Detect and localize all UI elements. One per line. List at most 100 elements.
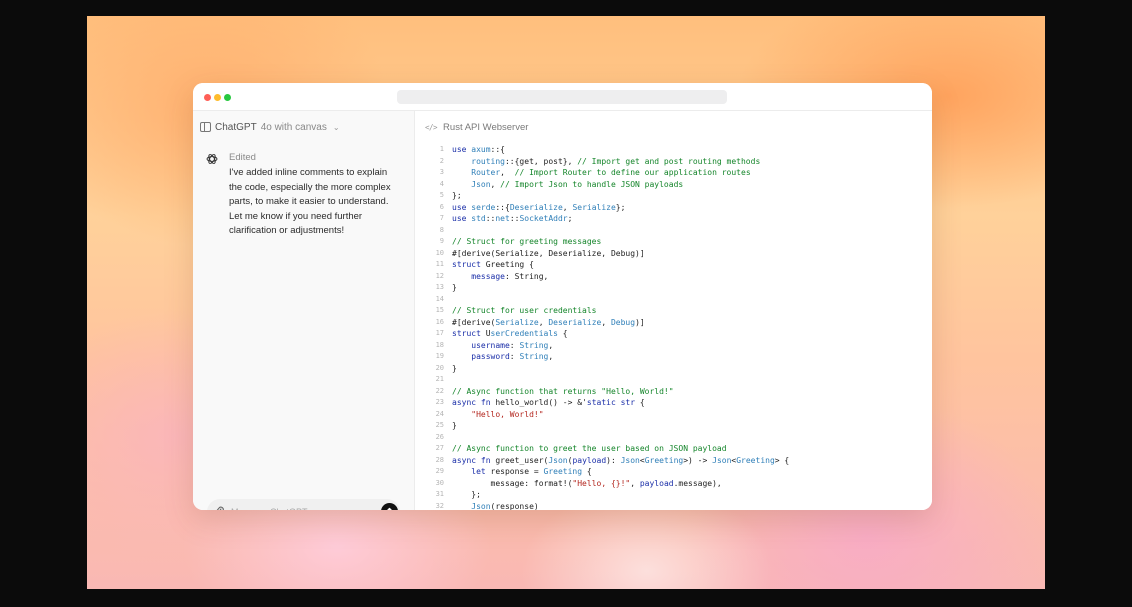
code-token: #[derive(Serialize, Deserialize, Debug)] [452, 248, 645, 258]
code-token: } [452, 283, 457, 292]
line-content: struct UserCredentials { [452, 328, 568, 340]
canvas-header: </> Rust API Webserver [425, 121, 528, 133]
code-token: greet_user( [495, 455, 549, 465]
line-content: } [452, 420, 457, 432]
code-line: 3 Router, // Import Router to define our… [427, 167, 927, 179]
zoom-window-button[interactable] [224, 94, 231, 101]
line-number: 10 [435, 248, 444, 257]
code-line: 25} [427, 420, 927, 432]
arrow-up-icon [387, 507, 392, 510]
code-token: let [471, 467, 491, 476]
line-number: 30 [435, 478, 444, 487]
code-token: serde [471, 202, 496, 212]
line-content: // Async function that returns "Hello, W… [452, 386, 674, 398]
line-number: 17 [435, 329, 444, 337]
code-token: :: [485, 214, 496, 223]
model-variant: 4o with canvas [260, 121, 327, 133]
code-token: Json [548, 455, 568, 465]
line-number: 25 [435, 421, 444, 429]
code-line: 4 Json, // Import Json to handle JSON pa… [427, 179, 927, 191]
code-line: 23 async fn hello_world() -> &'static str… [427, 397, 927, 409]
line-content: } [452, 282, 457, 294]
code-token: use [452, 214, 472, 223]
code-token: .message), [673, 478, 722, 488]
model-name: ChatGPT [215, 121, 257, 133]
line-number: 22 [435, 386, 444, 395]
code-token: "Hello, {}!" [572, 478, 631, 488]
code-line: 30 message: format!("Hello, {}!", payloa… [427, 478, 927, 490]
code-line: 32 Json(response) [427, 501, 927, 511]
line-content: async fn hello_world() -> &'static str { [452, 397, 645, 409]
code-token: } [452, 363, 457, 373]
code-line: 5}; [427, 190, 927, 202]
code-token: }; [615, 202, 626, 212]
line-number: 28 [435, 455, 444, 464]
line-content: message: String, [452, 271, 548, 283]
code-token: Greeting [644, 455, 684, 465]
line-number: 21 [435, 375, 444, 383]
code-token: hello_world() -> &' [495, 398, 587, 407]
code-token: "Hello, World!" [471, 409, 544, 419]
line-number: 27 [435, 444, 444, 452]
code-line: 15 // Struct for user credentials [427, 305, 927, 317]
code-icon: </> [425, 122, 438, 132]
message-input[interactable] [231, 504, 371, 510]
code-token: , [538, 317, 549, 327]
code-token: // Struct for user credentials [452, 306, 597, 315]
code-token: // Async function that returns "Hello, W… [452, 386, 674, 396]
line-number: 1 [439, 145, 444, 153]
line-number: 12 [435, 271, 444, 280]
send-button[interactable] [381, 503, 398, 510]
close-window-button[interactable] [204, 94, 211, 101]
code-line: 13} [427, 282, 927, 294]
line-number: 14 [435, 294, 444, 303]
code-token: , [562, 202, 573, 212]
code-token: , [500, 168, 515, 177]
code-token: message [471, 271, 505, 281]
code-token: ::{get, post}, [504, 156, 578, 166]
line-number: 15 [435, 306, 444, 314]
line-content: } [452, 363, 457, 375]
canvas-pane: </> Rust API Webserver 1 use axum::{2 rou… [415, 111, 932, 510]
code-token: ::{ [495, 202, 510, 212]
code-token: SocketAddr [519, 214, 568, 223]
code-token: )] [635, 317, 645, 327]
code-line: 16 #[derive(Serialize, Deserialize, Debug… [427, 317, 927, 329]
code-token: } [452, 421, 457, 430]
code-token: response = [490, 467, 544, 476]
model-selector[interactable]: ChatGPT 4o with canvas ⌄ [200, 120, 340, 134]
code-token: Json [471, 501, 491, 511]
code-editor[interactable]: 1 use axum::{2 routing::{get, post}, // I… [427, 144, 927, 510]
line-content: password: String, [452, 351, 553, 363]
code-line: 18 username: String, [427, 340, 927, 352]
line-content: // Async function to greet the user base… [452, 443, 727, 455]
code-token: (response) [490, 501, 539, 511]
line-number: 26 [435, 432, 444, 441]
code-token: Deserialize [548, 317, 602, 327]
line-content: }; [452, 190, 462, 202]
line-content: // Struct for user credentials [452, 305, 597, 317]
code-token: Greeting { [485, 260, 534, 269]
sidebar-icon[interactable] [200, 122, 211, 132]
window-titlebar [193, 83, 932, 111]
minimize-window-button[interactable] [214, 94, 221, 101]
code-token: username [471, 340, 510, 350]
code-line: 27 // Async function to greet the user ba… [427, 443, 927, 455]
code-line: 9 // Struct for greeting messages [427, 236, 927, 248]
code-token: String [519, 352, 549, 361]
code-token: use [452, 145, 472, 154]
code-token: }; [452, 191, 462, 200]
line-content: async fn greet_user(Json(payload): Json<… [452, 455, 789, 467]
paperclip-icon[interactable] [213, 505, 225, 510]
code-token: , [601, 317, 611, 327]
code-token: use [452, 202, 472, 212]
line-content: #[derive(Serialize, Deserialize, Debug)] [452, 248, 645, 260]
code-token: : [509, 352, 520, 361]
openai-logo-icon [206, 154, 218, 164]
line-number: 7 [439, 214, 444, 222]
address-bar[interactable] [397, 90, 727, 104]
